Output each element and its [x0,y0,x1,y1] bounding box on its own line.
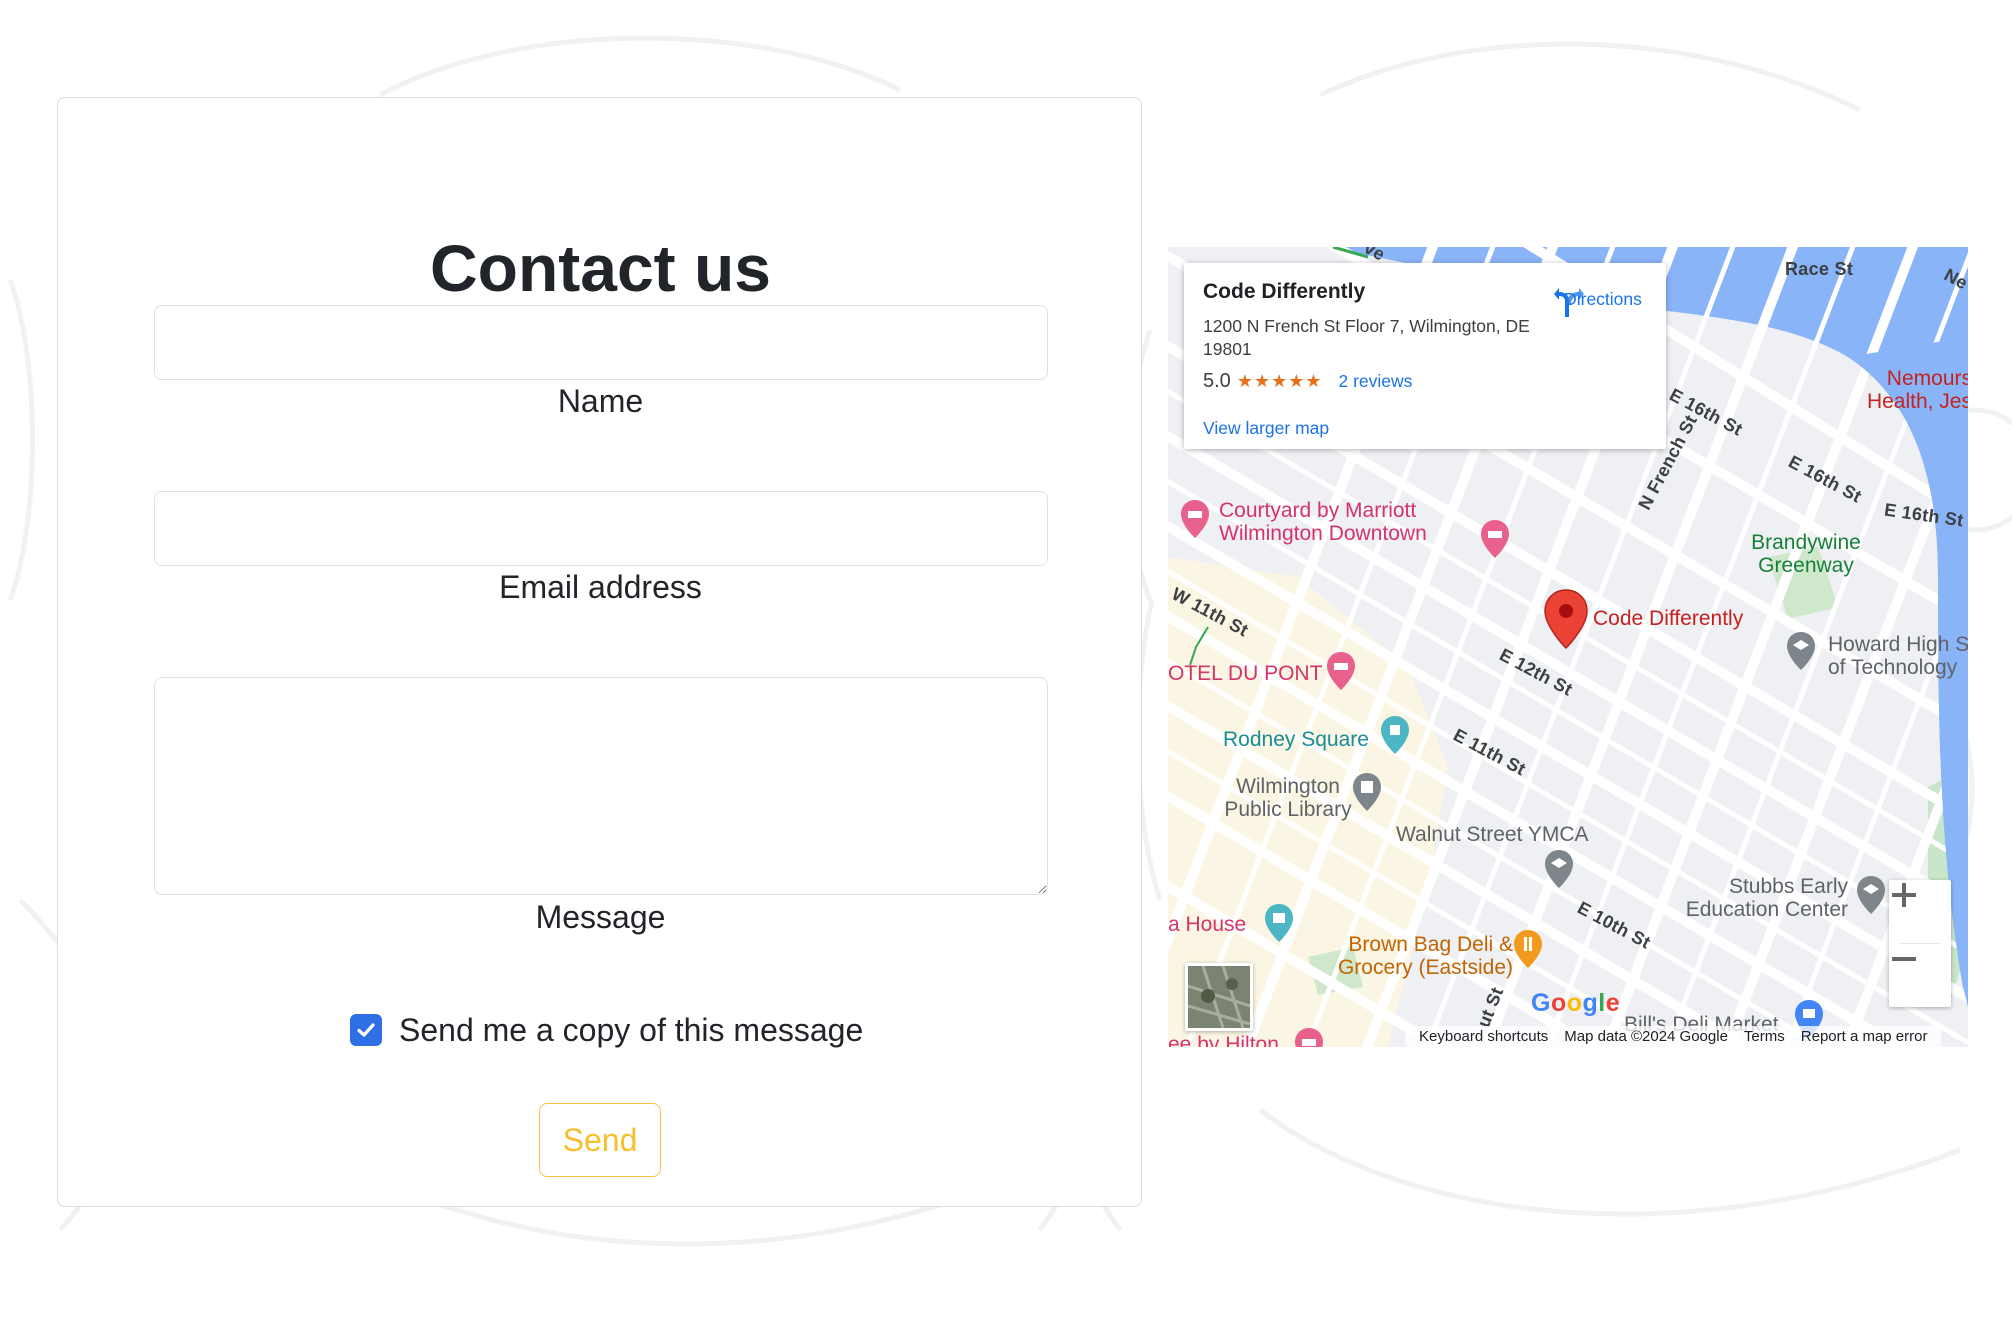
school-marker-icon[interactable] [1856,875,1886,915]
message-textarea[interactable] [154,677,1048,895]
report-error-link[interactable]: Report a map error [1801,1028,1928,1045]
name-label: Name [557,383,644,419]
place-rodney-square[interactable]: Rodney Square [1223,728,1369,751]
hotel-marker-icon[interactable] [1180,499,1210,539]
map-embed[interactable]: Race St Ne ve E 16th St E 16th St E 16th… [1168,247,1968,1047]
restaurant-marker-icon[interactable] [1513,929,1543,969]
terms-link[interactable]: Terms [1744,1028,1785,1045]
zoom-out-button[interactable] [1889,944,1951,1007]
place-brandywine[interactable]: Brandywine Greenway [1736,531,1876,577]
copy-checkbox-row: Send me a copy of this message [350,1010,863,1050]
plus-icon [1892,883,1916,907]
location-pin-icon[interactable] [1544,589,1588,649]
street-label-race: Race St [1785,259,1854,279]
place-hilton[interactable]: ee by Hilton [1168,1033,1279,1047]
page-title: Contact us [429,231,772,305]
place-nemours[interactable]: Nemours Health, Jes [1862,367,1968,413]
copy-checkbox[interactable] [350,1014,382,1046]
place-info-card: Code Differently 1200 N French St Floor … [1184,263,1666,449]
email-input[interactable] [154,491,1048,566]
name-input[interactable] [154,305,1048,380]
place-hotel-du-pont[interactable]: OTEL DU PONT [1168,662,1322,685]
landmark-marker-icon[interactable] [1380,715,1410,755]
place-name: Code Differently [1203,280,1366,303]
place-stubbs[interactable]: Stubbs Early Education Center [1678,875,1848,921]
school-marker-icon[interactable] [1544,849,1574,889]
checkmark-icon [357,1023,375,1037]
museum-marker-icon[interactable] [1264,903,1294,943]
reviews-link[interactable]: 2 reviews [1339,371,1413,392]
send-button[interactable]: Send [539,1103,661,1177]
rating-row: 5.0 ★★★★★ 2 reviews [1203,370,1412,393]
zoom-controls [1889,880,1951,1007]
school-marker-icon[interactable] [1786,631,1816,671]
library-marker-icon[interactable] [1352,772,1382,812]
copy-checkbox-label: Send me a copy of this message [399,1011,864,1048]
google-logo: Google [1531,989,1621,1017]
satellite-toggle[interactable] [1185,963,1253,1031]
place-a-house[interactable]: a House [1168,913,1246,936]
contact-card: Contact us Name Email address Message Se… [57,97,1142,1207]
hotel-marker-icon[interactable] [1480,519,1510,559]
view-larger-map-link[interactable]: View larger map [1203,418,1329,439]
place-courtyard[interactable]: Courtyard by Marriott Wilmington Downtow… [1219,499,1459,545]
minus-icon [1892,957,1916,961]
place-brown-bag[interactable]: Brown Bag Deli & Grocery (Eastside) [1308,933,1513,979]
map-data-text: Map data ©2024 Google [1564,1028,1728,1045]
hotel-marker-icon[interactable] [1294,1027,1324,1047]
zoom-in-button[interactable] [1889,880,1951,943]
rating-value: 5.0 [1203,370,1231,392]
place-library[interactable]: Wilmington Public Library [1208,775,1368,821]
message-label: Message [535,899,666,935]
hotel-marker-icon[interactable] [1326,651,1356,691]
email-label: Email address [499,569,702,605]
keyboard-shortcuts-link[interactable]: Keyboard shortcuts [1419,1028,1548,1045]
directions-icon [1554,288,1584,317]
star-rating-icon: ★★★★★ [1236,371,1323,391]
map-pin-label[interactable]: Code Differently [1593,607,1743,630]
directions-button[interactable]: Directions [1551,283,1655,317]
satellite-preview-icon [1188,966,1250,1028]
place-howard[interactable]: Howard High S of Technology [1828,633,1968,679]
place-ymca[interactable]: Walnut Street YMCA [1396,823,1589,846]
map-attribution-bar: Keyboard shortcuts Map data ©2024 Google… [1405,1026,1942,1047]
place-address: 1200 N French St Floor 7, Wilmington, DE… [1203,316,1530,359]
